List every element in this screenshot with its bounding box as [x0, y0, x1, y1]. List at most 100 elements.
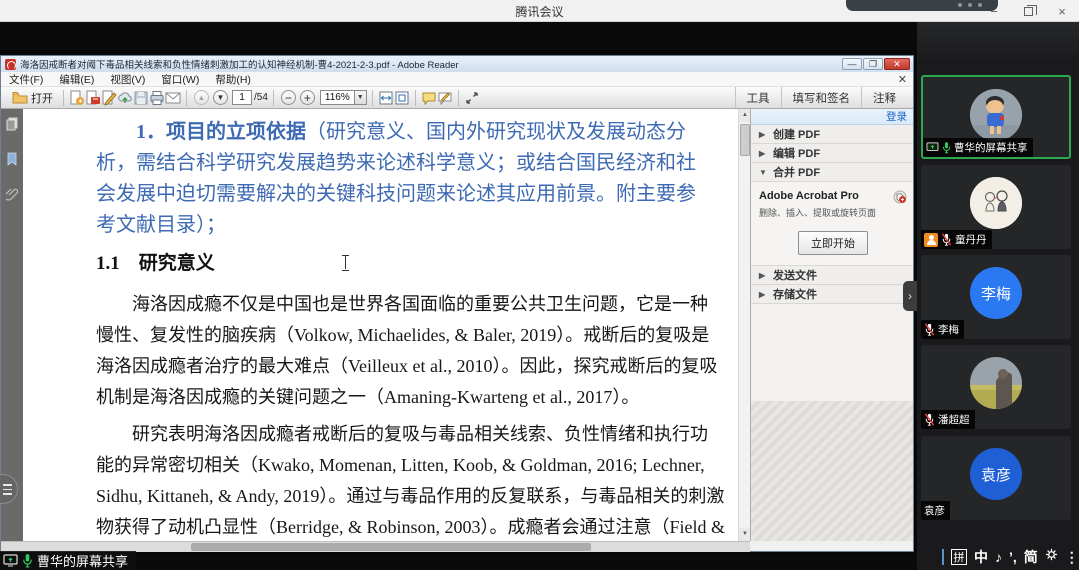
bookmarks-icon[interactable]: [6, 152, 18, 171]
participant-name: 曹华的屏幕共享: [954, 140, 1028, 155]
annotate-icon[interactable]: [437, 90, 453, 106]
participant-tile[interactable]: 潘超超: [921, 345, 1071, 429]
next-page-icon[interactable]: ▼: [213, 90, 228, 105]
participant-tile[interactable]: 曹华的屏幕共享: [921, 75, 1071, 159]
tools-panel: 登录 ▶ 创建 PDF ▶ 编辑 PDF ▼ 合并 PDF Adobe Acro…: [750, 109, 913, 541]
section-heading: 1.1 研究意义: [96, 251, 702, 277]
menu-edit[interactable]: 编辑(E): [51, 72, 102, 87]
ime-toolbox-icon[interactable]: [1045, 548, 1058, 566]
collapse-panel-handle[interactable]: ›: [903, 281, 917, 311]
adobe-minimize-button[interactable]: —: [842, 58, 862, 70]
screen-share-view: 海洛因戒断者对阈下毒品相关线索和负性情绪刺激加工的认知神经机制-曹4-2021-…: [0, 22, 917, 570]
participant-name: 童丹丹: [955, 232, 987, 247]
triangle-right-icon: ▶: [759, 130, 767, 139]
chevron-down-icon[interactable]: ▼: [354, 91, 366, 104]
triangle-right-icon: ▶: [759, 149, 767, 158]
store-files-section[interactable]: ▶ 存储文件: [751, 285, 913, 304]
fit-width-icon[interactable]: [378, 90, 394, 106]
share-status-label: 曹华的屏幕共享: [0, 551, 136, 570]
send-files-section[interactable]: ▶ 发送文件: [751, 266, 913, 285]
microphone-muted-icon: [924, 323, 935, 336]
zoom-level-select[interactable]: 116% ▼: [320, 90, 367, 105]
adobe-reader-window: 海洛因戒断者对阈下毒品相关线索和负性情绪刺激加工的认知神经机制-曹4-2021-…: [0, 55, 914, 552]
adobe-close-button[interactable]: ✕: [884, 58, 910, 70]
ime-language-mode[interactable]: 中: [974, 547, 988, 567]
fullscreen-icon[interactable]: [464, 90, 480, 106]
save-icon[interactable]: [133, 90, 149, 106]
participants-panel: 曹华的屏幕共享 童丹丹 李梅 李梅 潘超超: [917, 22, 1079, 570]
close-document-icon[interactable]: ✕: [898, 73, 907, 86]
edit-pdf-section[interactable]: ▶ 编辑 PDF: [751, 144, 913, 163]
minimize-button[interactable]: −: [985, 3, 1003, 19]
control-bar-dots-icon: [958, 3, 982, 7]
page-total-label: /54: [254, 92, 268, 103]
text-cursor-icon: [341, 255, 350, 269]
restore-button[interactable]: [1019, 3, 1037, 19]
share-document-icon[interactable]: [69, 90, 85, 106]
share-status-text: 曹华的屏幕共享: [37, 551, 128, 570]
zoom-out-icon[interactable]: −: [281, 90, 296, 105]
microphone-muted-icon: [941, 233, 952, 246]
scrollbar-thumb[interactable]: [740, 124, 750, 156]
microphone-on-icon: [942, 141, 951, 154]
vertical-scrollbar[interactable]: ▲ ▼: [738, 109, 750, 541]
avatar: 李梅: [970, 267, 1022, 319]
tab-tools[interactable]: 工具: [735, 87, 781, 108]
ime-sound-icon[interactable]: ♪: [995, 549, 1002, 565]
floating-control-bar[interactable]: [846, 0, 998, 11]
tab-comment[interactable]: 注释: [861, 87, 907, 108]
page-number-input[interactable]: 1: [232, 90, 252, 105]
sign-pen-icon[interactable]: [101, 90, 117, 106]
ime-more-icon[interactable]: ⋮: [1065, 549, 1079, 566]
open-label: 打开: [31, 90, 53, 106]
acrobat-pro-title: Adobe Acrobat Pro: [759, 190, 907, 202]
pdf-page[interactable]: 1．项目的立项依据（研究意义、国内外研究现状及发展动态分 析，需结合科学研究发展…: [23, 109, 738, 541]
zoom-in-icon[interactable]: +: [300, 90, 315, 105]
menu-window[interactable]: 窗口(W): [153, 72, 207, 87]
screen-share-icon: [3, 554, 18, 567]
menu-file[interactable]: 文件(F): [1, 72, 51, 87]
restore-icon: [1024, 7, 1033, 16]
participant-tile[interactable]: 袁彦 袁彦: [921, 436, 1071, 520]
participant-tile[interactable]: 童丹丹: [921, 165, 1071, 249]
microphone-muted-icon: [924, 413, 935, 426]
avatar-initials: 李梅: [981, 283, 1011, 304]
start-now-button[interactable]: 立即开始: [798, 231, 868, 255]
input-method-bar[interactable]: 拼 中 ♪ ’, 简 ⋮: [942, 546, 1079, 568]
participant-tile[interactable]: 李梅 李梅: [921, 255, 1071, 339]
ime-simplified-mode[interactable]: 简: [1024, 547, 1038, 567]
open-button[interactable]: 打开: [7, 88, 58, 108]
close-button[interactable]: ×: [1053, 3, 1071, 19]
triangle-down-icon: ▼: [759, 168, 767, 177]
page-thumbnails-icon[interactable]: [5, 117, 19, 136]
email-icon[interactable]: [165, 90, 181, 106]
cloud-upload-icon[interactable]: [117, 90, 133, 106]
comment-bubble-icon[interactable]: [421, 90, 437, 106]
pdf-convert-icon[interactable]: [85, 90, 101, 106]
fit-page-icon[interactable]: [394, 90, 410, 106]
merge-pdf-content: Adobe Acrobat Pro 删除、插入、提取或旋转页面 立即开始: [751, 182, 913, 266]
zoom-level-value: 116%: [321, 92, 354, 103]
create-pdf-section[interactable]: ▶ 创建 PDF: [751, 125, 913, 144]
avatar: [970, 357, 1022, 409]
participant-name: 潘超超: [938, 412, 970, 427]
participant-name: 李梅: [938, 322, 959, 337]
tab-fill-sign[interactable]: 填写和签名: [781, 87, 862, 108]
merge-pdf-section[interactable]: ▼ 合并 PDF: [751, 163, 913, 182]
meeting-titlebar: 腾讯会议 − ×: [0, 0, 1079, 22]
menu-help[interactable]: 帮助(H): [207, 72, 259, 87]
paragraph-2: 研究表明海洛因成瘾者戒断后的复吸与毒品相关线索、负性情绪和执行功 能的异常密切相…: [96, 419, 702, 541]
ime-pinyin-icon[interactable]: 拼: [951, 549, 967, 565]
print-icon[interactable]: [149, 90, 165, 106]
microphone-on-icon: [22, 553, 33, 568]
adobe-titlebar[interactable]: 海洛因戒断者对阈下毒品相关线索和负性情绪刺激加工的认知神经机制-曹4-2021-…: [1, 56, 913, 72]
sign-in-link[interactable]: 登录: [886, 109, 907, 124]
ime-punctuation-mode[interactable]: ’,: [1009, 549, 1017, 565]
pdf-text-content: 1．项目的立项依据（研究意义、国内外研究现状及发展动态分 析，需结合科学研究发展…: [23, 109, 738, 541]
menu-view[interactable]: 视图(V): [102, 72, 153, 87]
scrollbar-thumb[interactable]: [191, 543, 591, 551]
participant-name: 袁彦: [924, 503, 945, 518]
attachments-icon[interactable]: [6, 187, 18, 206]
adobe-restore-button[interactable]: ❐: [863, 58, 883, 70]
previous-page-icon[interactable]: ▲: [194, 90, 209, 105]
